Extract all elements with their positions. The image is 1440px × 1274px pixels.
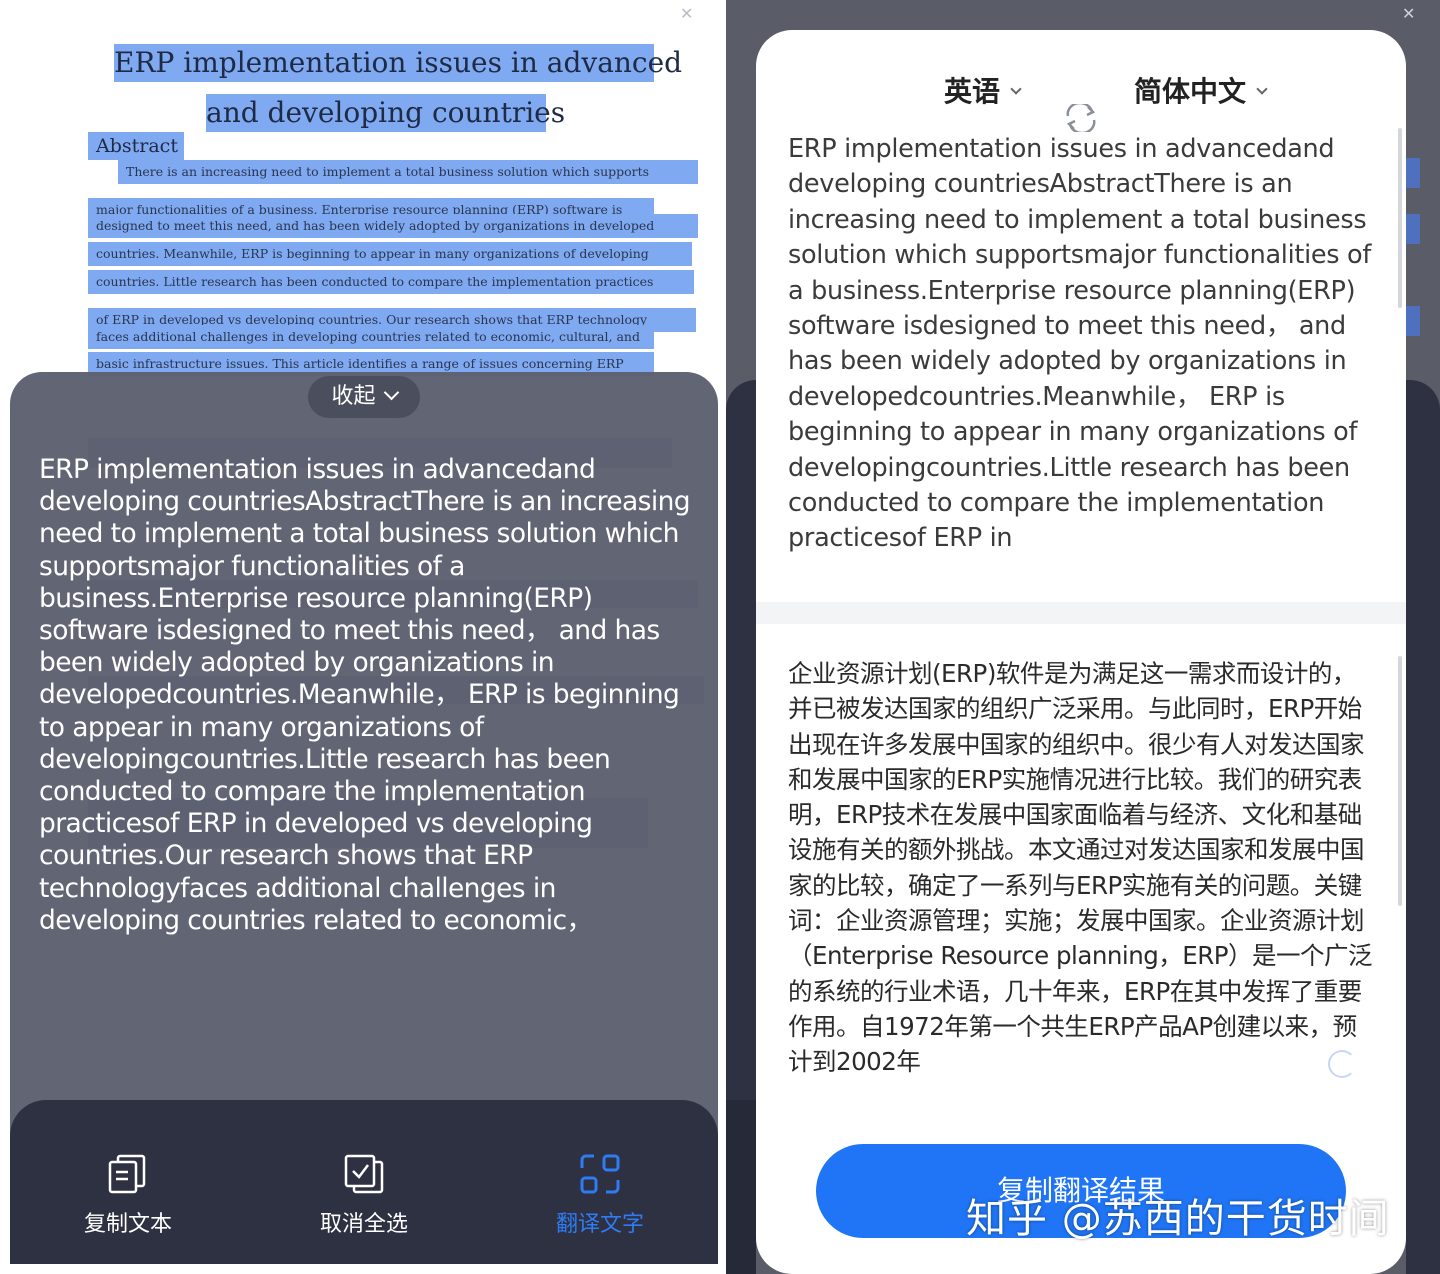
chevron-down-icon: [1010, 83, 1022, 95]
loading-spinner-icon: [1328, 1050, 1356, 1078]
doc-highlight-behind: [1406, 158, 1420, 188]
collapse-label: 收起: [331, 384, 376, 409]
copy-text-label: 复制文本: [83, 1212, 172, 1237]
background-sheet-edge: [1406, 380, 1440, 1274]
translation-card: 英语 简体中文 ERP implementation issues in adv…: [756, 30, 1406, 1274]
doc-text-line[interactable]: faces additional challenges in developin…: [88, 325, 654, 349]
close-corner-icon[interactable]: ✕: [680, 4, 693, 23]
translate-text-button[interactable]: 翻译文字: [520, 1152, 680, 1238]
source-language-label: 英语: [944, 75, 1001, 108]
swap-languages-icon[interactable]: [1064, 104, 1098, 132]
section-divider: [756, 602, 1406, 624]
chevron-down-icon: [383, 384, 399, 401]
background-toolbar-edge: [726, 1100, 756, 1274]
ocr-recognized-text[interactable]: ERP implementation issues in advancedand…: [39, 454, 699, 937]
translated-text-area[interactable]: 企业资源计划(ERP)软件是为满足这一需求而设计的，并已被发达国家的组织广泛采用…: [788, 656, 1378, 1094]
doc-text-line[interactable]: countries. Little research has been cond…: [88, 270, 694, 294]
deselect-all-label: 取消全选: [319, 1212, 408, 1237]
translation-scrollbar[interactable]: [1398, 656, 1402, 906]
bottom-toolbar: 复制文本 取消全选 翻译文字: [10, 1100, 718, 1264]
scan-translate-icon: [578, 1152, 622, 1196]
doc-text-line[interactable]: designed to meet this need, and has been…: [88, 214, 698, 238]
chevron-down-icon: [1256, 83, 1268, 95]
doc-title-line-2[interactable]: and developing countries: [206, 94, 565, 132]
source-scrollbar[interactable]: [1398, 128, 1402, 308]
watermark: 知乎 @苏西的干货时间: [966, 1196, 1390, 1242]
deselect-all-button[interactable]: 取消全选: [284, 1152, 444, 1238]
source-text-area[interactable]: ERP implementation issues in advancedand…: [788, 132, 1378, 572]
doc-highlight-behind: [1406, 214, 1420, 244]
doc-title-line-1[interactable]: ERP implementation issues in advanced: [114, 44, 682, 82]
close-corner-icon[interactable]: ✕: [1402, 4, 1415, 23]
doc-abstract-heading[interactable]: Abstract: [88, 132, 184, 160]
background-sheet-edge: [726, 380, 756, 1100]
language-selector-bar: 英语 简体中文: [756, 70, 1406, 132]
doc-text-line[interactable]: countries. Meanwhile, ERP is beginning t…: [88, 242, 692, 266]
doc-highlight-behind: [1406, 306, 1420, 336]
source-language-select[interactable]: 英语: [944, 70, 1022, 110]
ocr-screen: ✕ ERP implementation issues in advanced …: [10, 0, 718, 1264]
doc-text-line[interactable]: There is an increasing need to implement…: [118, 160, 698, 184]
copy-text-button[interactable]: 复制文本: [48, 1152, 208, 1238]
translate-text-label: 翻译文字: [555, 1212, 644, 1237]
checkbox-icon: [342, 1152, 386, 1196]
target-language-label: 简体中文: [1134, 75, 1247, 108]
copy-document-icon: [106, 1152, 150, 1196]
target-language-select[interactable]: 简体中文: [1134, 70, 1268, 110]
collapse-button[interactable]: 收起: [308, 376, 420, 418]
translation-screen: ✕ 英语 简体中文 ERP implementation issues in a…: [726, 0, 1440, 1274]
